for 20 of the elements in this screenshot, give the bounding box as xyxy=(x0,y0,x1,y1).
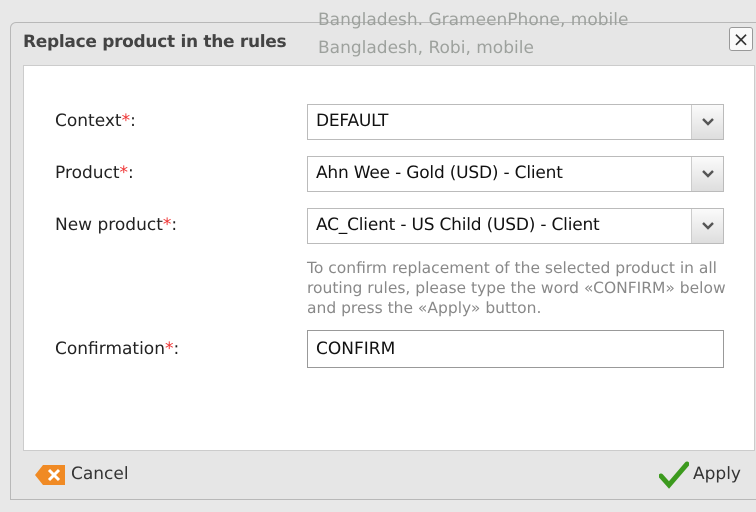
field-label: Context*: xyxy=(55,111,136,132)
list-item-text: Bangladesh, Robi, mobile xyxy=(318,37,534,60)
chevron-down-icon xyxy=(702,222,714,230)
dropdown-field[interactable]: Ahn Wee - Gold (USD) - Client xyxy=(307,156,724,192)
field-label: Confirmation*: xyxy=(55,338,180,359)
cancel-icon xyxy=(35,464,67,486)
dropdown-field[interactable]: DEFAULT xyxy=(307,104,724,140)
chevron-down-icon xyxy=(702,118,714,126)
dialog-title: Replace product in the rules xyxy=(23,31,286,54)
close-button[interactable]: × xyxy=(729,27,753,51)
list-item-text: Bangladesh. GrameenPhone, mobile xyxy=(318,9,628,32)
field-label: Product*: xyxy=(55,163,134,184)
checkmark-icon xyxy=(659,461,689,489)
dropdown-field[interactable]: AC_Client - US Child (USD) - Client xyxy=(307,208,724,244)
apply-button[interactable]: Apply xyxy=(657,459,743,491)
cancel-button[interactable]: Cancel xyxy=(33,460,131,490)
text-input-field[interactable]: CONFIRM xyxy=(307,330,724,368)
instruction-text: To confirm replacement of the selected product in all routing rules, please type the word «CONFIRM» below and press the «Apply» button. xyxy=(307,258,727,318)
chevron-down-icon xyxy=(702,170,714,178)
field-label: New product*: xyxy=(55,215,178,236)
